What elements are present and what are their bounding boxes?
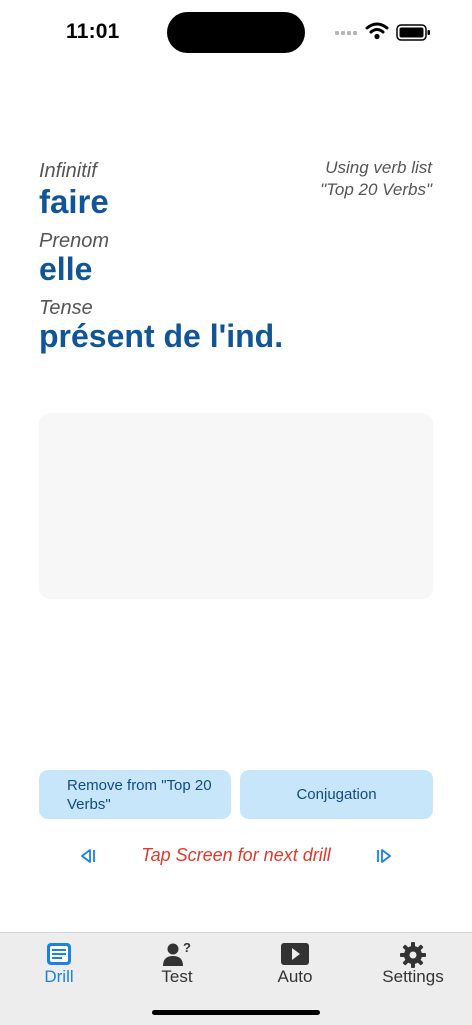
conjugation-button[interactable]: Conjugation — [240, 770, 433, 819]
infinitif-value: faire — [39, 183, 109, 220]
verb-list-info: Using verb list "Top 20 Verbs" — [282, 157, 432, 201]
tense-label: Tense — [39, 297, 93, 319]
tab-bar: Drill ? Test Auto Settings — [0, 932, 472, 1025]
person-question-icon: ? — [163, 941, 191, 966]
home-indicator[interactable] — [152, 1010, 320, 1015]
tab-test-label: Test — [161, 967, 193, 986]
answer-area[interactable] — [39, 413, 433, 599]
tab-auto[interactable]: Auto — [236, 933, 354, 993]
battery-icon — [396, 24, 430, 41]
cellular-signal-icon — [335, 31, 357, 35]
tap-hint: Tap Screen for next drill — [141, 845, 331, 865]
tab-auto-label: Auto — [277, 967, 313, 986]
verb-list-line1: Using verb list — [325, 158, 432, 177]
tab-drill[interactable]: Drill — [0, 933, 118, 993]
prenom-value: elle — [39, 251, 93, 287]
tab-drill-label: Drill — [44, 967, 74, 986]
gear-icon — [400, 942, 426, 968]
remove-from-list-label: Remove from "Top 20 Verbs" — [67, 776, 212, 813]
infinitif-label: Infinitif — [39, 160, 97, 182]
play-icon — [281, 943, 309, 965]
tab-test[interactable]: ? Test — [118, 933, 236, 993]
wifi-icon — [365, 22, 389, 40]
dynamic-island — [167, 12, 305, 53]
tab-settings[interactable]: Settings — [354, 933, 472, 993]
tense-value: présent de l'ind. — [39, 318, 284, 354]
svg-text:?: ? — [183, 941, 191, 955]
verb-list-line2: "Top 20 Verbs" — [320, 180, 432, 199]
previous-icon[interactable] — [78, 848, 96, 864]
tab-settings-label: Settings — [382, 967, 444, 986]
next-icon[interactable] — [376, 848, 394, 864]
remove-from-list-button[interactable]: Remove from "Top 20 Verbs" — [39, 770, 231, 819]
conjugation-label: Conjugation — [296, 786, 377, 803]
prenom-label: Prenom — [39, 230, 110, 252]
status-time: 11:01 — [66, 20, 120, 43]
status-bar: 11:01 — [0, 0, 472, 64]
drill-icon — [47, 943, 71, 965]
